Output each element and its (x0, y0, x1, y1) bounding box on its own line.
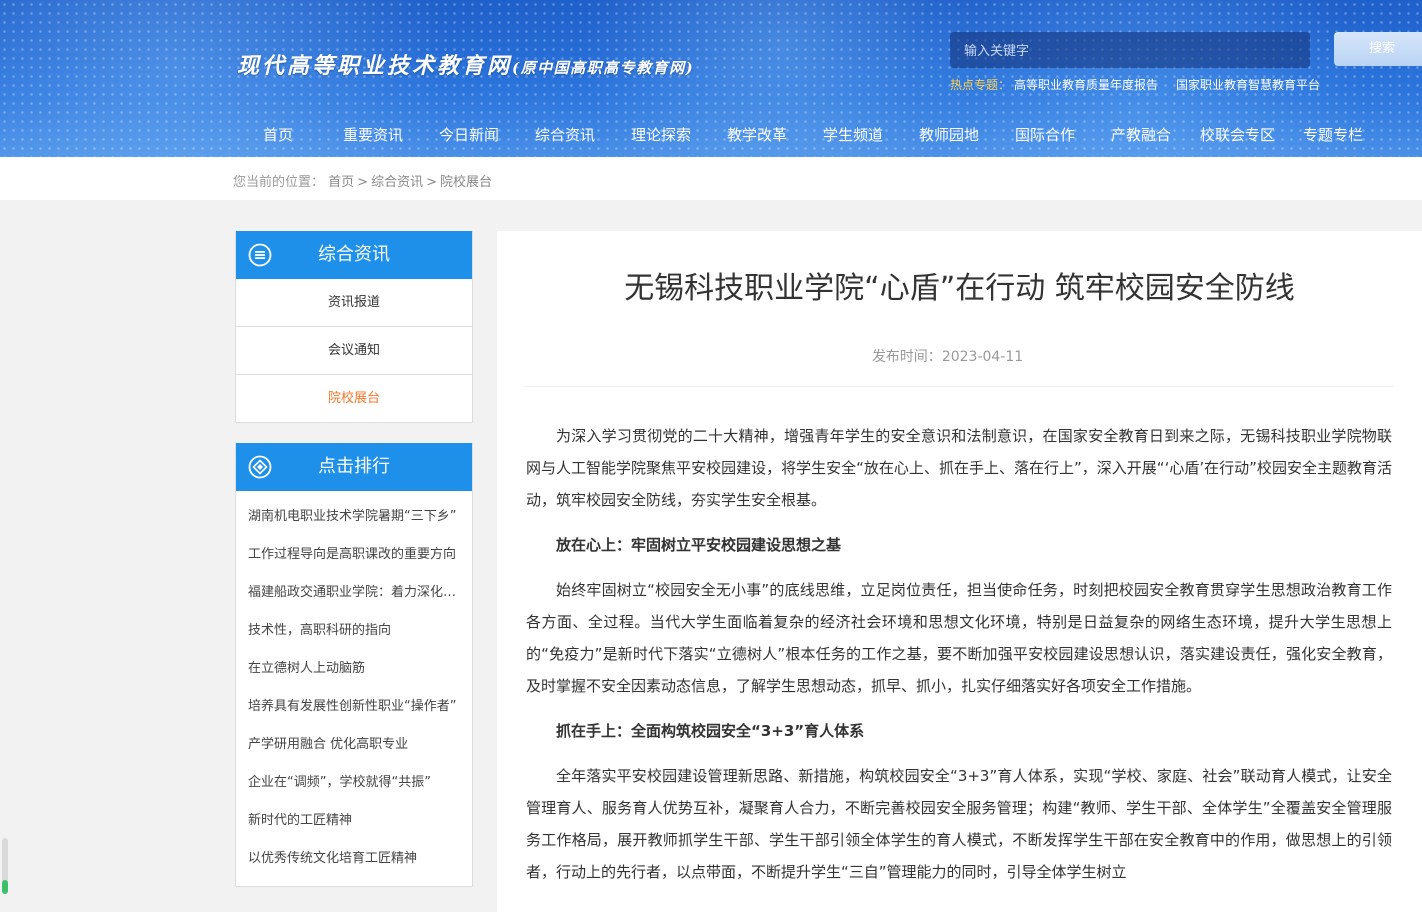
article-paragraph: 全年落实平安校园建设管理新思路、新措施，构筑校园安全“3+3”育人体系，实现“学… (526, 767, 1392, 881)
ranking-panel-header: 点击排行 (236, 443, 472, 491)
site-subtitle: (原中国高职高专教育网) (512, 59, 695, 77)
nav-item-teachers[interactable]: 教师园地 (919, 124, 979, 145)
divider (525, 386, 1393, 387)
nav-item-today[interactable]: 今日新闻 (439, 124, 499, 145)
nav-item-students[interactable]: 学生频道 (823, 124, 883, 145)
ranking-item[interactable]: 企业在“调频”，学校就得“共振” (236, 764, 460, 802)
article-title: 无锡科技职业学院“心盾”在行动 筑牢校园安全防线 (624, 271, 1295, 306)
sidebar-item-school-showcase[interactable]: 院校展台 (236, 375, 472, 422)
article-section-heading: 抓在手上：全面构筑校园安全“3+3”育人体系 (556, 722, 865, 740)
ranking-panel: 点击排行 湖南机电职业技术学院暑期“三下乡” 工作过程导向是高职课改的重要方向 … (235, 443, 473, 887)
list-icon (248, 243, 272, 267)
search-box (950, 32, 1310, 68)
site-header: 现代高等职业技术教育网(原中国高职高专教育网) 搜索 热点专题：高等职业教育质量… (0, 0, 1422, 157)
site-title: 现代高等职业技术教育网 (237, 53, 513, 79)
article-paragraph: 始终牢固树立“校园安全无小事”的底线思维，立足岗位责任，担当使命任务，时刻把校园… (526, 581, 1392, 695)
scroll-progress-fill (2, 880, 8, 894)
breadcrumb-separator: > (357, 175, 369, 190)
ranking-item[interactable]: 工作过程导向是高职课改的重要方向 (236, 536, 460, 574)
nav-item-alliance[interactable]: 校联会专区 (1200, 124, 1275, 145)
scroll-progress-indicator[interactable] (2, 838, 8, 894)
publish-time-label: 发布时间： (871, 349, 942, 365)
sidebar-item-meeting-notices[interactable]: 会议通知 (236, 327, 472, 375)
site-logo[interactable]: 现代高等职业技术教育网(原中国高职高专教育网) (237, 48, 694, 80)
breadcrumb-separator: > (426, 175, 437, 190)
search-button[interactable]: 搜索 (1334, 32, 1422, 66)
ranking-item[interactable]: 新时代的工匠精神 (236, 802, 460, 840)
article-body: 为深入学习贯彻党的二十大精神，增强青年学生的安全意识和法制意识，在国家安全教育日… (526, 420, 1392, 901)
hot-topic-link[interactable]: 高等职业教育质量年度报告 (1014, 78, 1158, 92)
nav-item-teaching[interactable]: 教学改革 (727, 124, 787, 145)
search-input[interactable] (950, 41, 1296, 59)
nav-item-industry[interactable]: 产教融合 (1111, 124, 1171, 145)
publish-date: 2023-04-11 (941, 349, 1024, 365)
breadcrumb-home[interactable]: 首页 (328, 175, 354, 190)
article-section-heading: 放在心上：牢固树立平安校园建设思想之基 (556, 536, 842, 554)
breadcrumb-prefix: 您当前的位置： (233, 175, 325, 190)
nav-item-topics[interactable]: 专题专栏 (1303, 124, 1363, 145)
article-meta: 发布时间：2023-04-11 (497, 346, 1398, 366)
nav-item-home[interactable]: 首页 (263, 124, 293, 145)
ranking-list: 湖南机电职业技术学院暑期“三下乡” 工作过程导向是高职课改的重要方向 福建船政交… (236, 491, 472, 886)
ranking-panel-title: 点击排行 (318, 456, 390, 477)
ranking-item[interactable]: 在立德树人上动脑筋 (236, 650, 460, 688)
article-paragraph: 为深入学习贯彻党的二十大精神，增强青年学生的安全意识和法制意识，在国家安全教育日… (526, 427, 1392, 509)
breadcrumb-bar: 您当前的位置： 首页 > 综合资讯 > 院校展台 (0, 157, 1422, 200)
ranking-item[interactable]: 培养具有发展性创新性职业“操作者” (236, 688, 460, 726)
main-nav: 首页 重要资讯 今日新闻 综合资讯 理论探索 教学改革 学生频道 教师园地 国际… (234, 124, 1422, 146)
nav-item-important[interactable]: 重要资讯 (343, 124, 403, 145)
hot-topic-link[interactable]: 国家职业教育智慧教育平台 (1176, 78, 1320, 92)
category-panel-header: 综合资讯 (236, 231, 472, 279)
category-panel: 综合资讯 资讯报道 会议通知 院校展台 (235, 231, 473, 423)
nav-item-theory[interactable]: 理论探索 (631, 124, 691, 145)
sidebar-item-news-reports[interactable]: 资讯报道 (236, 279, 472, 327)
category-panel-title: 综合资讯 (318, 244, 390, 265)
article-panel: 无锡科技职业学院“心盾”在行动 筑牢校园安全防线 发布时间：2023-04-11… (497, 231, 1422, 912)
hot-topics-label: 热点专题： (950, 78, 1011, 92)
ranking-icon (248, 455, 272, 479)
ranking-item[interactable]: 产学研用融合 优化高职专业 (236, 726, 460, 764)
ranking-item[interactable]: 以优秀传统文化培育工匠精神 (236, 840, 460, 878)
breadcrumb-general[interactable]: 综合资讯 (371, 175, 423, 190)
nav-item-international[interactable]: 国际合作 (1015, 124, 1075, 145)
ranking-item[interactable]: 福建船政交通职业学院：着力深化改革 (236, 574, 460, 612)
ranking-item[interactable]: 技术性，高职科研的指向 (236, 612, 460, 650)
ranking-item[interactable]: 湖南机电职业技术学院暑期“三下乡” (236, 498, 460, 536)
hot-topics: 热点专题： 高等职业教育质量年度报告 国家职业教育智慧教育平台 (950, 76, 1320, 93)
breadcrumb-current[interactable]: 院校展台 (440, 175, 492, 190)
nav-item-general[interactable]: 综合资讯 (535, 124, 595, 145)
breadcrumb: 您当前的位置： 首页 > 综合资讯 > 院校展台 (233, 171, 492, 190)
